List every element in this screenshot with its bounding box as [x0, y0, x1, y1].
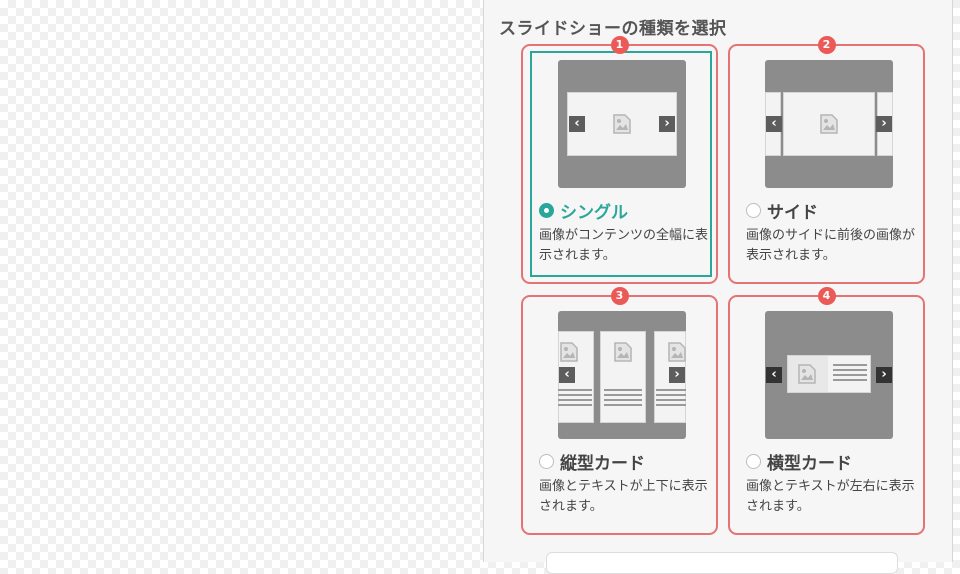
option-label: シングル [560, 203, 628, 223]
vertical-card-preview-thumbnail: ‹ › [558, 311, 686, 439]
image-placeholder-icon [668, 342, 686, 362]
image-placeholder-icon [798, 364, 816, 384]
radio-row: 横型カード [746, 449, 852, 474]
prev-arrow-icon: ‹ [559, 367, 575, 383]
prev-arrow-icon: ‹ [569, 116, 585, 132]
option-description: 画像とテキストが上下に表示されます。 [539, 479, 708, 514]
next-section-box [546, 552, 898, 574]
text-lines [833, 364, 867, 384]
side-preview-thumbnail: ‹ › [765, 60, 893, 188]
option-description: 画像がコンテンツの全幅に表示されます。 [539, 228, 709, 263]
option-label: 縦型カード [560, 454, 645, 474]
text-lines [604, 389, 642, 409]
option-number-badge: 2 [817, 36, 836, 54]
option-card-single[interactable]: 1 ‹ › シングル 画像がコンテンツの全幅に表示されます。 [521, 36, 718, 284]
next-arrow-icon: › [876, 116, 892, 132]
text-lines [656, 389, 686, 409]
option-card-side[interactable]: 2 ‹ › サイド 画像のサイドに前後の画像が表示されます。 [728, 36, 925, 284]
radio-row: シングル [539, 198, 628, 223]
radio-row: サイド [746, 198, 818, 223]
next-arrow-icon: › [669, 367, 685, 383]
radio-row: 縦型カード [539, 449, 645, 474]
text-lines [558, 389, 592, 409]
horizontal-card-preview-thumbnail: ‹ › [765, 311, 893, 439]
image-placeholder-icon [560, 342, 578, 362]
option-description: 画像のサイドに前後の画像が表示されます。 [746, 228, 916, 263]
image-placeholder-icon [613, 114, 631, 134]
option-card-horizontal[interactable]: 4 ‹ › 横型カード 画像とテキストが左右に表示されます。 [728, 287, 925, 535]
radio-button[interactable] [539, 454, 554, 469]
option-number-badge: 4 [817, 287, 836, 305]
option-number-badge: 1 [610, 36, 629, 54]
slideshow-type-panel: スライドショーの種類を選択 1 ‹ › シングル 画像がコンテンツの全幅に表示さ… [483, 0, 953, 574]
image-placeholder-icon [614, 342, 632, 362]
option-label: 横型カード [767, 454, 852, 474]
option-card-vertical[interactable]: 3 ‹ › 縦型カード 画像とテキストが上下に表示されます。 [521, 287, 718, 535]
option-number-badge: 3 [610, 287, 629, 305]
radio-button[interactable] [746, 203, 761, 218]
option-label: サイド [767, 203, 818, 223]
single-preview-thumbnail: ‹ › [558, 60, 686, 188]
prev-arrow-icon: ‹ [766, 116, 782, 132]
image-placeholder-icon [820, 114, 838, 134]
panel-title: スライドショーの種類を選択 [499, 19, 727, 39]
radio-button[interactable] [746, 454, 761, 469]
next-arrow-icon: › [876, 367, 892, 383]
radio-button-selected[interactable] [539, 203, 554, 218]
option-description: 画像とテキストが左右に表示されます。 [746, 479, 915, 514]
prev-arrow-icon: ‹ [766, 367, 782, 383]
next-arrow-icon: › [659, 116, 675, 132]
